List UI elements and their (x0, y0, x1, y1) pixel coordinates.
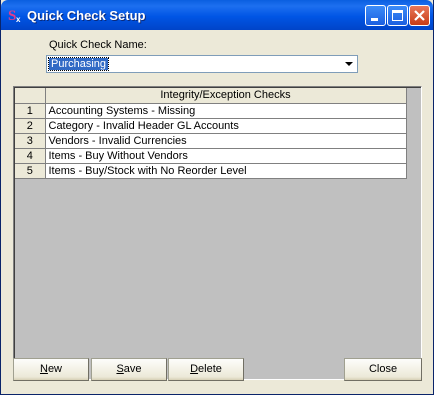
table-row[interactable]: 5 Items - Buy/Stock with No Reorder Leve… (15, 163, 407, 179)
dialog-body: Quick Check Name: Purchasing Integrity/E… (4, 30, 430, 392)
row-number[interactable]: 2 (15, 118, 46, 134)
button-bar: New Save Delete Close (13, 358, 422, 382)
row-number[interactable]: 5 (15, 163, 46, 179)
close-icon (414, 10, 425, 21)
new-button[interactable]: New (13, 358, 89, 381)
dropdown-arrow-icon (345, 62, 353, 66)
save-button[interactable]: Save (91, 358, 167, 381)
window-title: Quick Check Setup (27, 8, 146, 23)
minimize-button[interactable] (365, 5, 386, 26)
row-number[interactable]: 4 (15, 148, 46, 164)
grid-corner (15, 88, 46, 104)
maximize-button[interactable] (387, 5, 408, 26)
check-cell[interactable]: Category - Invalid Header GL Accounts (45, 118, 407, 134)
table-row[interactable]: 2 Category - Invalid Header GL Accounts (15, 118, 407, 134)
title-bar[interactable]: Sx Quick Check Setup (1, 0, 433, 30)
check-cell[interactable]: Vendors - Invalid Currencies (45, 133, 407, 149)
table-header-row: Integrity/Exception Checks (15, 88, 407, 104)
row-number[interactable]: 3 (15, 133, 46, 149)
close-window-button[interactable] (409, 5, 430, 26)
app-icon[interactable]: Sx (7, 7, 23, 24)
check-cell[interactable]: Items - Buy/Stock with No Reorder Level (45, 163, 407, 179)
column-header-checks[interactable]: Integrity/Exception Checks (45, 88, 407, 104)
svg-text:x: x (16, 15, 21, 23)
integrity-checks-grid[interactable]: Integrity/Exception Checks 1 Accounting … (13, 86, 422, 380)
quick-check-name-combobox[interactable]: Purchasing (46, 55, 358, 73)
delete-button[interactable]: Delete (168, 358, 244, 381)
table-row[interactable]: 4 Items - Buy Without Vendors (15, 148, 407, 164)
check-cell[interactable]: Items - Buy Without Vendors (45, 148, 407, 164)
quick-check-name-label: Quick Check Name: (49, 39, 147, 51)
minimize-icon (371, 18, 378, 21)
dropdown-button[interactable] (342, 57, 356, 71)
maximize-icon (392, 10, 403, 21)
check-cell[interactable]: Accounting Systems - Missing (45, 103, 407, 119)
quick-check-name-value[interactable]: Purchasing (47, 57, 110, 71)
quick-check-setup-window: Sx Quick Check Setup Quick Check Name: P… (0, 0, 434, 395)
checks-table: Integrity/Exception Checks 1 Accounting … (15, 88, 407, 179)
close-button[interactable]: Close (344, 358, 422, 381)
row-number[interactable]: 1 (15, 103, 46, 119)
table-row[interactable]: 3 Vendors - Invalid Currencies (15, 133, 407, 149)
table-row[interactable]: 1 Accounting Systems - Missing (15, 103, 407, 119)
